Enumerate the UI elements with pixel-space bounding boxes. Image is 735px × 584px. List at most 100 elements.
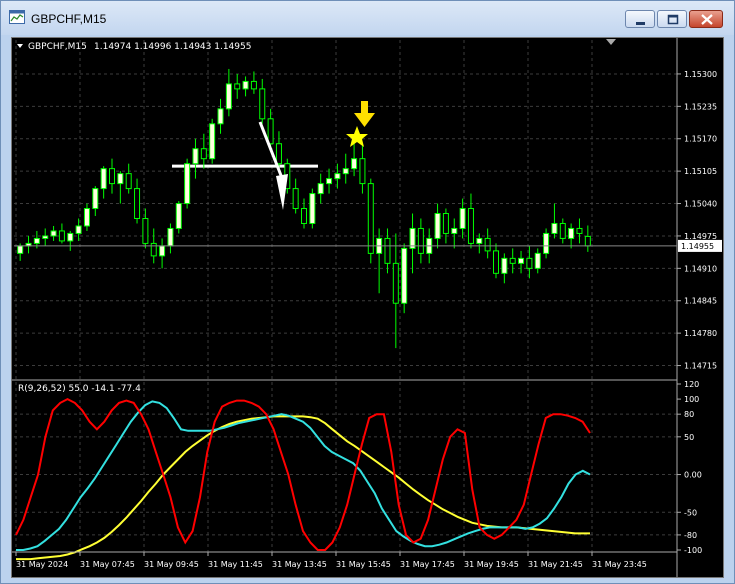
candle-body xyxy=(359,158,366,185)
candle-body xyxy=(242,80,249,90)
price-label: 1.14715 xyxy=(684,362,717,371)
candle-body xyxy=(493,250,499,274)
grid xyxy=(14,40,677,552)
candle-body xyxy=(417,227,424,254)
osc-line-yellow xyxy=(16,415,590,561)
candle-body xyxy=(217,108,224,125)
candle-body xyxy=(125,173,132,190)
candle-body xyxy=(267,118,274,145)
close-icon xyxy=(701,14,713,25)
candle-body xyxy=(33,237,40,244)
osc-label: -50 xyxy=(684,508,697,517)
time-label: 31 May 09:45 xyxy=(144,560,199,569)
dropdown-arrow-icon[interactable] xyxy=(17,44,23,48)
candle-body xyxy=(309,193,316,224)
candle-body xyxy=(467,208,474,244)
price-label: 1.14780 xyxy=(684,329,717,338)
candle-body xyxy=(167,227,174,247)
indicator-label: R(9,26,52) 55.0 -14.1 -77.4 xyxy=(18,384,141,394)
osc-label: 0.00 xyxy=(684,471,702,480)
osc-label: 120 xyxy=(684,380,699,389)
osc-label: 80 xyxy=(684,410,694,419)
candle-body xyxy=(526,257,533,269)
candle-body xyxy=(100,168,107,190)
osc-label: 50 xyxy=(684,433,694,442)
candle-body xyxy=(459,208,466,229)
time-label: 31 May 2024 xyxy=(16,560,68,569)
candle-body xyxy=(392,262,399,304)
candle-body xyxy=(134,188,141,219)
price-chart[interactable]: 1.15300 1.15235 1.15170 1.15105 1.15040 1.149… xyxy=(12,38,723,577)
title-bar[interactable]: GBPCHF,M15 xyxy=(1,1,734,35)
price-label: 1.15170 xyxy=(684,135,717,144)
candle-body xyxy=(451,227,458,234)
candle-body xyxy=(292,188,299,210)
price-label: 1.15300 xyxy=(684,70,717,79)
candle-body xyxy=(342,168,349,175)
candle-body xyxy=(259,88,266,120)
minimize-button[interactable] xyxy=(625,10,655,28)
price-label: 1.15040 xyxy=(684,200,717,209)
time-label: 31 May 15:45 xyxy=(336,560,391,569)
restore-icon xyxy=(667,14,679,25)
close-button[interactable] xyxy=(689,10,723,28)
chart-window: GBPCHF,M15 1.15300 1.15235 1.15170 1.15105 1… xyxy=(0,0,735,584)
restore-button[interactable] xyxy=(657,10,687,28)
price-label: 1.14975 xyxy=(684,232,717,241)
candle-body xyxy=(142,217,149,244)
ohlc-values: 1.14974 1.14996 1.14943 1.14955 xyxy=(94,42,251,52)
annotations xyxy=(258,39,616,210)
candle-body xyxy=(117,173,124,185)
price-label: 1.15235 xyxy=(684,102,717,111)
candle-body xyxy=(250,80,257,90)
candle-body xyxy=(351,158,358,170)
osc-label: -100 xyxy=(684,546,702,555)
time-label: 31 May 23:45 xyxy=(592,560,647,569)
candle-body xyxy=(301,208,307,224)
osc-label: 100 xyxy=(684,395,699,404)
candle-body xyxy=(559,222,566,239)
shift-marker-icon[interactable] xyxy=(606,39,616,45)
time-label: 31 May 13:45 xyxy=(272,560,327,569)
trend-arrowhead xyxy=(276,174,288,210)
candle-body xyxy=(334,173,341,180)
candle-body xyxy=(543,232,550,254)
chart-area[interactable]: 1.15300 1.15235 1.15170 1.15105 1.15040 1.149… xyxy=(11,37,724,578)
candle-body xyxy=(576,227,583,234)
candle-body xyxy=(234,83,241,90)
time-label: 31 May 21:45 xyxy=(528,560,583,569)
time-label: 31 May 07:45 xyxy=(80,560,135,569)
chart-window-icon xyxy=(9,10,25,24)
candle-body xyxy=(58,230,65,242)
candle-body xyxy=(159,245,166,257)
candle-body xyxy=(83,208,90,227)
candle-body xyxy=(442,213,449,234)
candle-body xyxy=(50,230,57,237)
candle-body xyxy=(367,183,374,254)
price-label: 1.14845 xyxy=(684,297,717,306)
candle-body xyxy=(275,143,282,165)
chart-header: GBPCHF,M15 1.14974 1.14996 1.14943 1.149… xyxy=(17,42,251,52)
candle-body xyxy=(484,237,491,252)
current-price-label: 1.14955 xyxy=(681,242,714,251)
candle-body xyxy=(42,235,49,239)
candle-body xyxy=(150,242,157,257)
candle-body xyxy=(568,227,575,239)
candle-body xyxy=(184,163,191,205)
candle-body xyxy=(384,237,391,264)
down-arrow-icon xyxy=(354,101,375,127)
window-title: GBPCHF,M15 xyxy=(31,12,107,26)
candle-body xyxy=(67,232,74,242)
candle-body xyxy=(534,252,541,269)
price-label: 1.14910 xyxy=(684,264,717,273)
time-label: 31 May 19:45 xyxy=(464,560,519,569)
candle-body xyxy=(518,257,525,264)
candles xyxy=(17,68,591,349)
candle-body xyxy=(192,148,199,165)
candle-body xyxy=(200,148,207,160)
candle-body xyxy=(317,183,324,195)
candle-body xyxy=(109,168,115,185)
candle-body xyxy=(17,245,24,254)
candle-body xyxy=(401,247,408,304)
candle-body xyxy=(501,257,508,274)
